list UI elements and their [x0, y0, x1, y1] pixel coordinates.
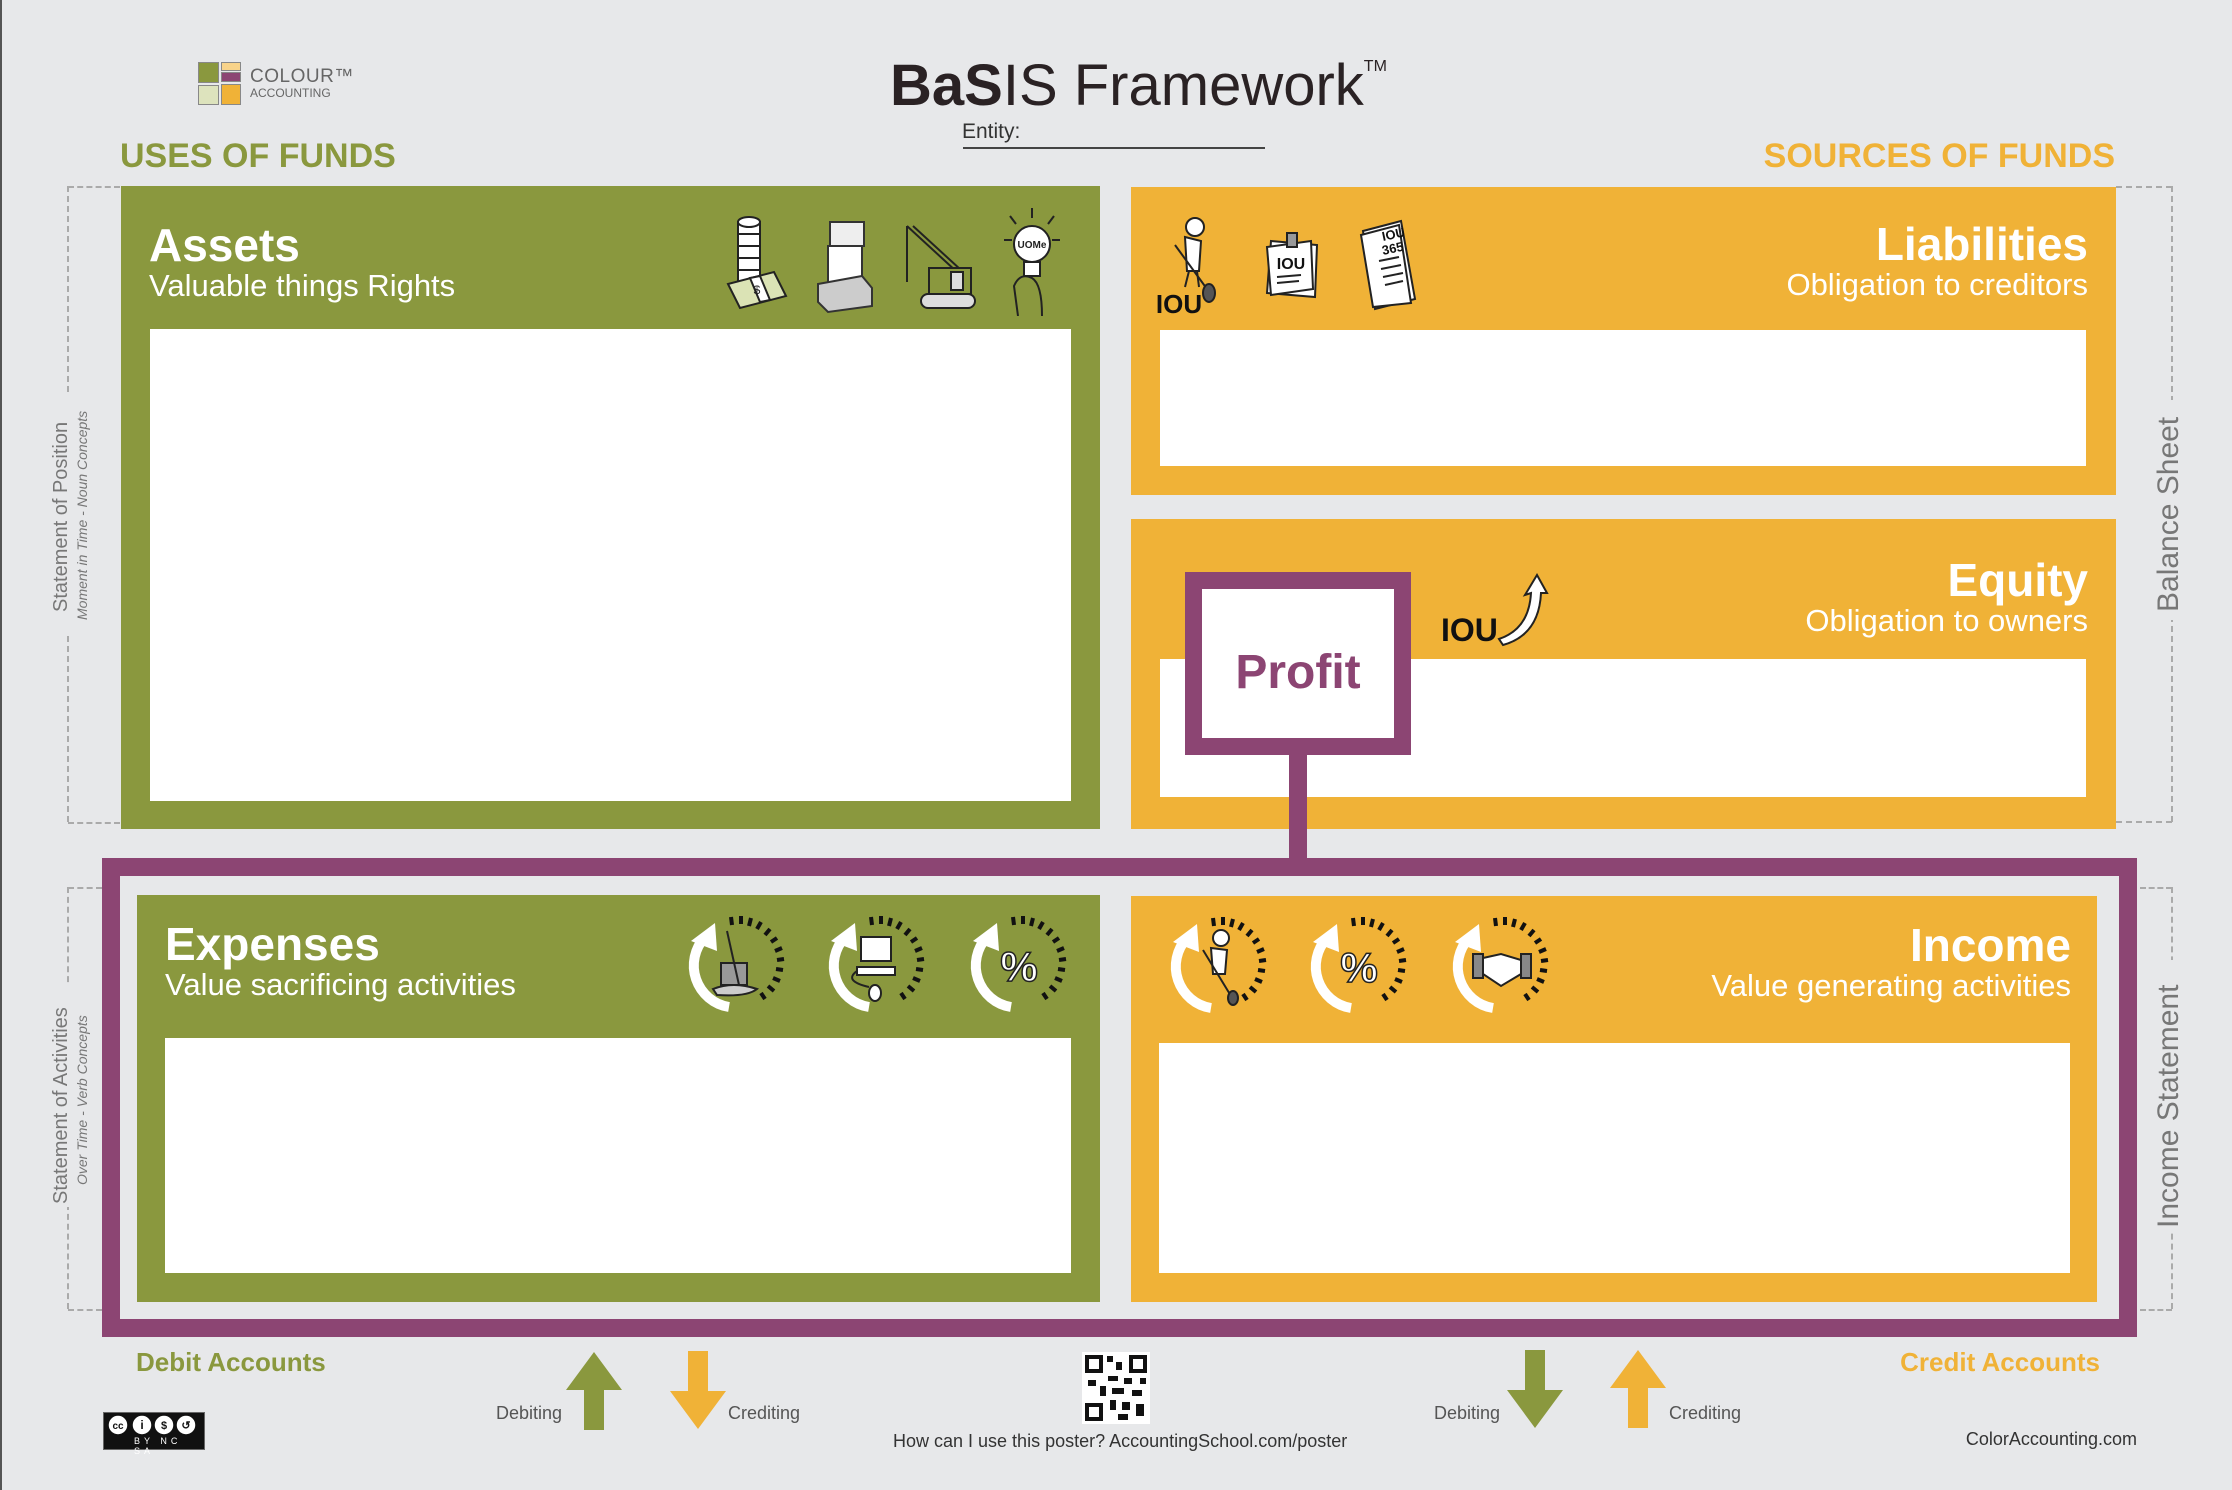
bracket-line — [68, 1309, 102, 1311]
color-accounting-site-link[interactable]: ColorAccounting.com — [1966, 1429, 2137, 1450]
qr-code-icon[interactable] — [1082, 1352, 1150, 1424]
balance-sheet-label: Balance Sheet — [2152, 416, 2185, 612]
uses-of-funds-heading: USES OF FUNDS — [120, 137, 396, 175]
left-crediting-label: Crediting — [728, 1403, 801, 1423]
expenses-entry-area[interactable] — [165, 1038, 1071, 1273]
iou-arrow-up-icon: IOU — [1441, 573, 1549, 648]
logo-text: COLOUR™ — [250, 66, 354, 87]
liabilities-subtitle: Obligation to creditors — [1786, 267, 2088, 302]
page-edge — [0, 0, 2, 1490]
iou-note-icon: IOU — [1265, 232, 1319, 299]
income-entry-area[interactable] — [1159, 1043, 2070, 1273]
liabilities-section: Liabilities Obligation to creditors IOU … — [1131, 187, 2116, 495]
liabilities-title: Liabilities — [1875, 218, 2088, 270]
cycle-percent-icon: % — [959, 907, 1079, 1017]
colour-accounting-logo: COLOUR™ ACCOUNTING — [198, 62, 358, 108]
credit-increase-arrow-icon — [1610, 1350, 1666, 1428]
boxes-inventory-icon — [817, 221, 873, 314]
lightbulb-uome-icon: UOMe — [1004, 208, 1060, 316]
credit-accounts-label: Credit Accounts — [1900, 1347, 2100, 1377]
cycle-worker-icon — [1159, 908, 1279, 1018]
bracket-line — [2116, 821, 2172, 823]
creative-commons-license-badge[interactable]: cc i $ ↺ BY NC SA — [103, 1412, 205, 1456]
assets-title: Assets — [149, 219, 300, 271]
svg-text:%: % — [1340, 944, 1377, 991]
svg-text:cc: cc — [112, 1421, 124, 1432]
income-title: Income — [1909, 919, 2071, 971]
svg-text:$: $ — [161, 1420, 167, 1432]
income-statement-label: Income Statement — [2152, 984, 2185, 1228]
sources-of-funds-heading: SOURCES OF FUNDS — [1763, 137, 2115, 175]
cycle-mop-bucket-icon — [677, 907, 797, 1017]
svg-text:i: i — [140, 1418, 143, 1432]
crane-equipment-icon — [906, 225, 976, 309]
equity-subtitle: Obligation to owners — [1805, 603, 2088, 638]
entity-field[interactable] — [963, 147, 1265, 149]
debit-increase-arrow-icon — [566, 1352, 622, 1430]
cycle-percent-icon: % — [1299, 908, 1419, 1018]
right-debiting-label: Debiting — [1434, 1403, 1501, 1423]
bracket-line — [2140, 887, 2172, 889]
statement-of-position-sublabel: Moment in Time - Noun Concepts — [74, 410, 90, 620]
equity-title: Equity — [1947, 554, 2088, 606]
poster-help-link[interactable]: How can I use this poster? AccountingSch… — [893, 1431, 1347, 1452]
income-subtitle: Value generating activities — [1711, 968, 2071, 1003]
cycle-computer-icon — [817, 907, 937, 1017]
bracket-line — [68, 186, 120, 188]
statement-of-activities-label: Statement of Activities — [50, 1007, 72, 1204]
expenses-section: Expenses Value sacrificing activities % — [137, 895, 1100, 1302]
liabilities-entry-area[interactable] — [1160, 330, 2086, 466]
logo-subtext: ACCOUNTING — [250, 86, 331, 100]
svg-text:IOU: IOU — [1157, 289, 1202, 315]
debit-accounts-label: Debit Accounts — [136, 1347, 326, 1377]
svg-text:UOMe: UOMe — [1018, 240, 1047, 251]
profit-box[interactable]: Profit — [1185, 572, 1411, 755]
assets-subtitle: Valuable things Rights — [149, 268, 456, 303]
svg-text:%: % — [1000, 943, 1037, 990]
left-debiting-label: Debiting — [496, 1403, 563, 1423]
bracket-line — [2140, 1309, 2172, 1311]
assets-section: Assets Valuable things Rights $ UOMe — [121, 186, 1100, 829]
bracket-line — [68, 887, 102, 889]
svg-text:↺: ↺ — [181, 1420, 190, 1432]
worker-iou-icon: IOU — [1157, 217, 1216, 315]
statement-of-position-label: Statement of Position — [50, 421, 72, 612]
bracket-line — [2116, 186, 2172, 188]
cc-icons: cc i $ ↺ — [107, 1414, 197, 1436]
iou-365-document-icon: IOU 365 — [1359, 219, 1417, 311]
svg-text:$: $ — [754, 283, 761, 297]
profit-connector — [1289, 750, 1307, 862]
svg-text:IOU: IOU — [1277, 256, 1305, 273]
expenses-subtitle: Value sacrificing activities — [165, 967, 516, 1002]
right-crediting-label: Crediting — [1669, 1403, 1742, 1423]
entity-label: Entity: — [962, 120, 1021, 143]
svg-text:IOU: IOU — [1441, 612, 1498, 648]
expenses-title: Expenses — [165, 918, 380, 970]
debit-decrease-arrow-icon — [1507, 1350, 1563, 1428]
credit-decrease-arrow-icon — [670, 1351, 726, 1429]
profit-label: Profit — [1235, 646, 1361, 699]
page-title: BaSIS FrameworkTM — [890, 53, 1387, 118]
statement-of-activities-sublabel: Over Time - Verb Concepts — [74, 1015, 90, 1185]
license-terms: BY NC SA — [134, 1436, 182, 1456]
assets-entry-area[interactable] — [150, 329, 1071, 801]
coins-cash-icon: $ — [726, 216, 788, 310]
cycle-handshake-icon — [1441, 908, 1561, 1018]
bracket-line — [68, 822, 120, 824]
income-section: Income Value generating activities % — [1131, 896, 2097, 1302]
